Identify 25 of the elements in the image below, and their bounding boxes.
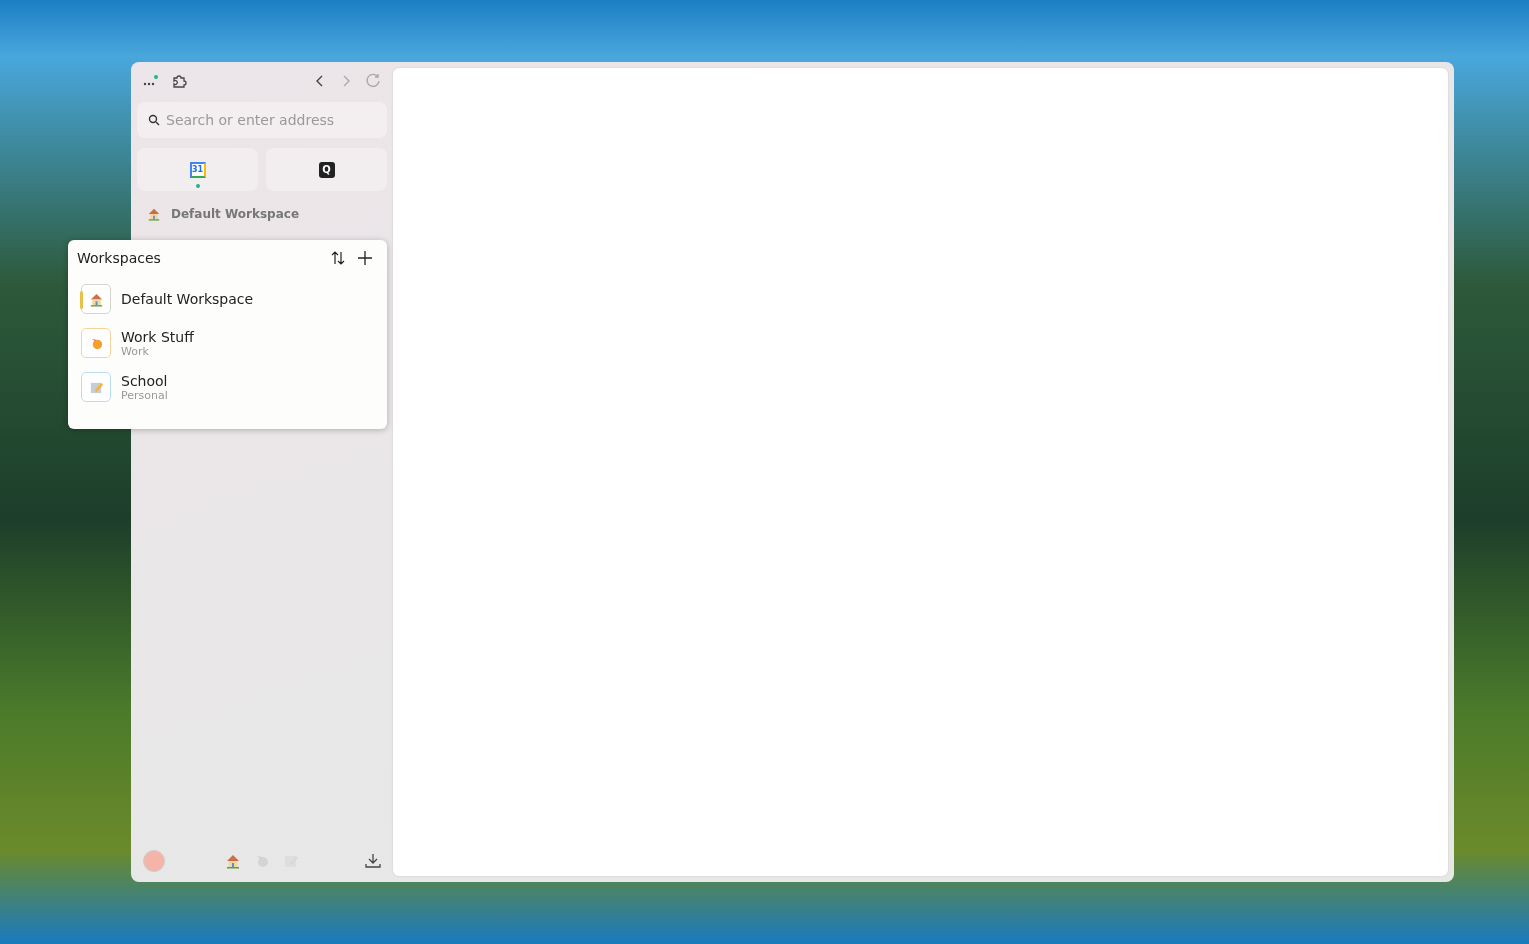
popup-title: Workspaces — [77, 250, 162, 266]
workspace-item[interactable]: School Personal — [77, 372, 378, 402]
workspace-type: Personal — [121, 388, 168, 402]
workspace-item[interactable]: Default Workspace — [77, 284, 378, 314]
workspace-type: Work — [121, 344, 150, 358]
workspace-switch-button[interactable] — [225, 853, 241, 869]
search-icon — [148, 114, 160, 126]
house-icon — [88, 291, 104, 307]
workspace-name: Work Stuff — [121, 328, 194, 345]
app-icon: Q — [318, 161, 335, 178]
house-icon — [147, 207, 161, 221]
workspace-name: School — [121, 372, 168, 389]
puzzle-icon[interactable] — [171, 73, 187, 89]
calendar-icon: 31 — [189, 161, 206, 178]
download-icon[interactable] — [365, 853, 381, 869]
workspace-name: Default Workspace — [171, 207, 300, 221]
menu-icon[interactable] — [143, 74, 159, 88]
workspace-item[interactable]: Work Stuff Work — [77, 328, 378, 358]
sort-icon[interactable] — [330, 250, 346, 266]
pinned-tab[interactable]: Q — [266, 148, 387, 191]
search-field[interactable]: Search or enter address — [137, 102, 387, 138]
add-icon[interactable] — [358, 251, 372, 265]
pinned-tab[interactable]: 31 — [137, 148, 258, 191]
house-icon — [225, 853, 241, 869]
workspace-name: Default Workspace — [121, 291, 254, 307]
